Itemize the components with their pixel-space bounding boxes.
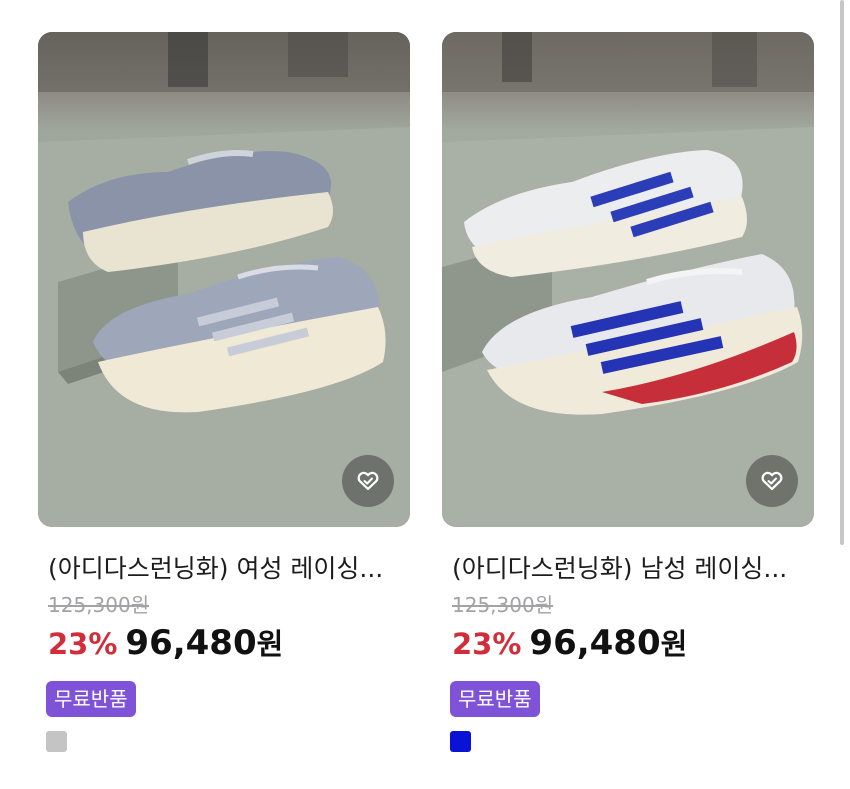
discount-rate: 23% xyxy=(48,627,118,661)
heart-icon xyxy=(761,471,783,491)
discount-rate: 23% xyxy=(452,627,522,661)
wishlist-button[interactable] xyxy=(746,455,798,507)
product-grid: (아디다스런닝화) 여성 레이싱... 125,300원 23% 96,480원 … xyxy=(0,0,850,789)
sale-price: 96,480 xyxy=(125,623,257,663)
product-image[interactable] xyxy=(442,32,814,527)
product-image[interactable] xyxy=(38,32,410,527)
color-swatch[interactable] xyxy=(450,731,471,752)
product-card[interactable]: (아디다스런닝화) 남성 레이싱... 125,300원 23% 96,480원 … xyxy=(442,32,814,752)
sneaker-photo xyxy=(442,32,814,527)
product-card[interactable]: (아디다스런닝화) 여성 레이싱... 125,300원 23% 96,480원 … xyxy=(38,32,410,752)
product-title[interactable]: (아디다스런닝화) 남성 레이싱... xyxy=(452,553,804,585)
original-price: 125,300원 xyxy=(48,593,150,617)
sale-price: 96,480 xyxy=(529,623,661,663)
scrollbar[interactable] xyxy=(840,0,844,545)
original-price: 125,300원 xyxy=(452,593,554,617)
price-row: 23% 96,480원 xyxy=(48,623,410,669)
color-swatch[interactable] xyxy=(46,731,67,752)
wishlist-button[interactable] xyxy=(342,455,394,507)
currency-unit: 원 xyxy=(256,627,284,661)
currency-unit: 원 xyxy=(660,627,688,661)
product-title[interactable]: (아디다스런닝화) 여성 레이싱... xyxy=(48,553,400,585)
sneaker-photo xyxy=(38,32,410,527)
heart-icon xyxy=(357,471,379,491)
free-return-badge: 무료반품 xyxy=(450,681,540,717)
price-row: 23% 96,480원 xyxy=(452,623,814,669)
free-return-badge: 무료반품 xyxy=(46,681,136,717)
